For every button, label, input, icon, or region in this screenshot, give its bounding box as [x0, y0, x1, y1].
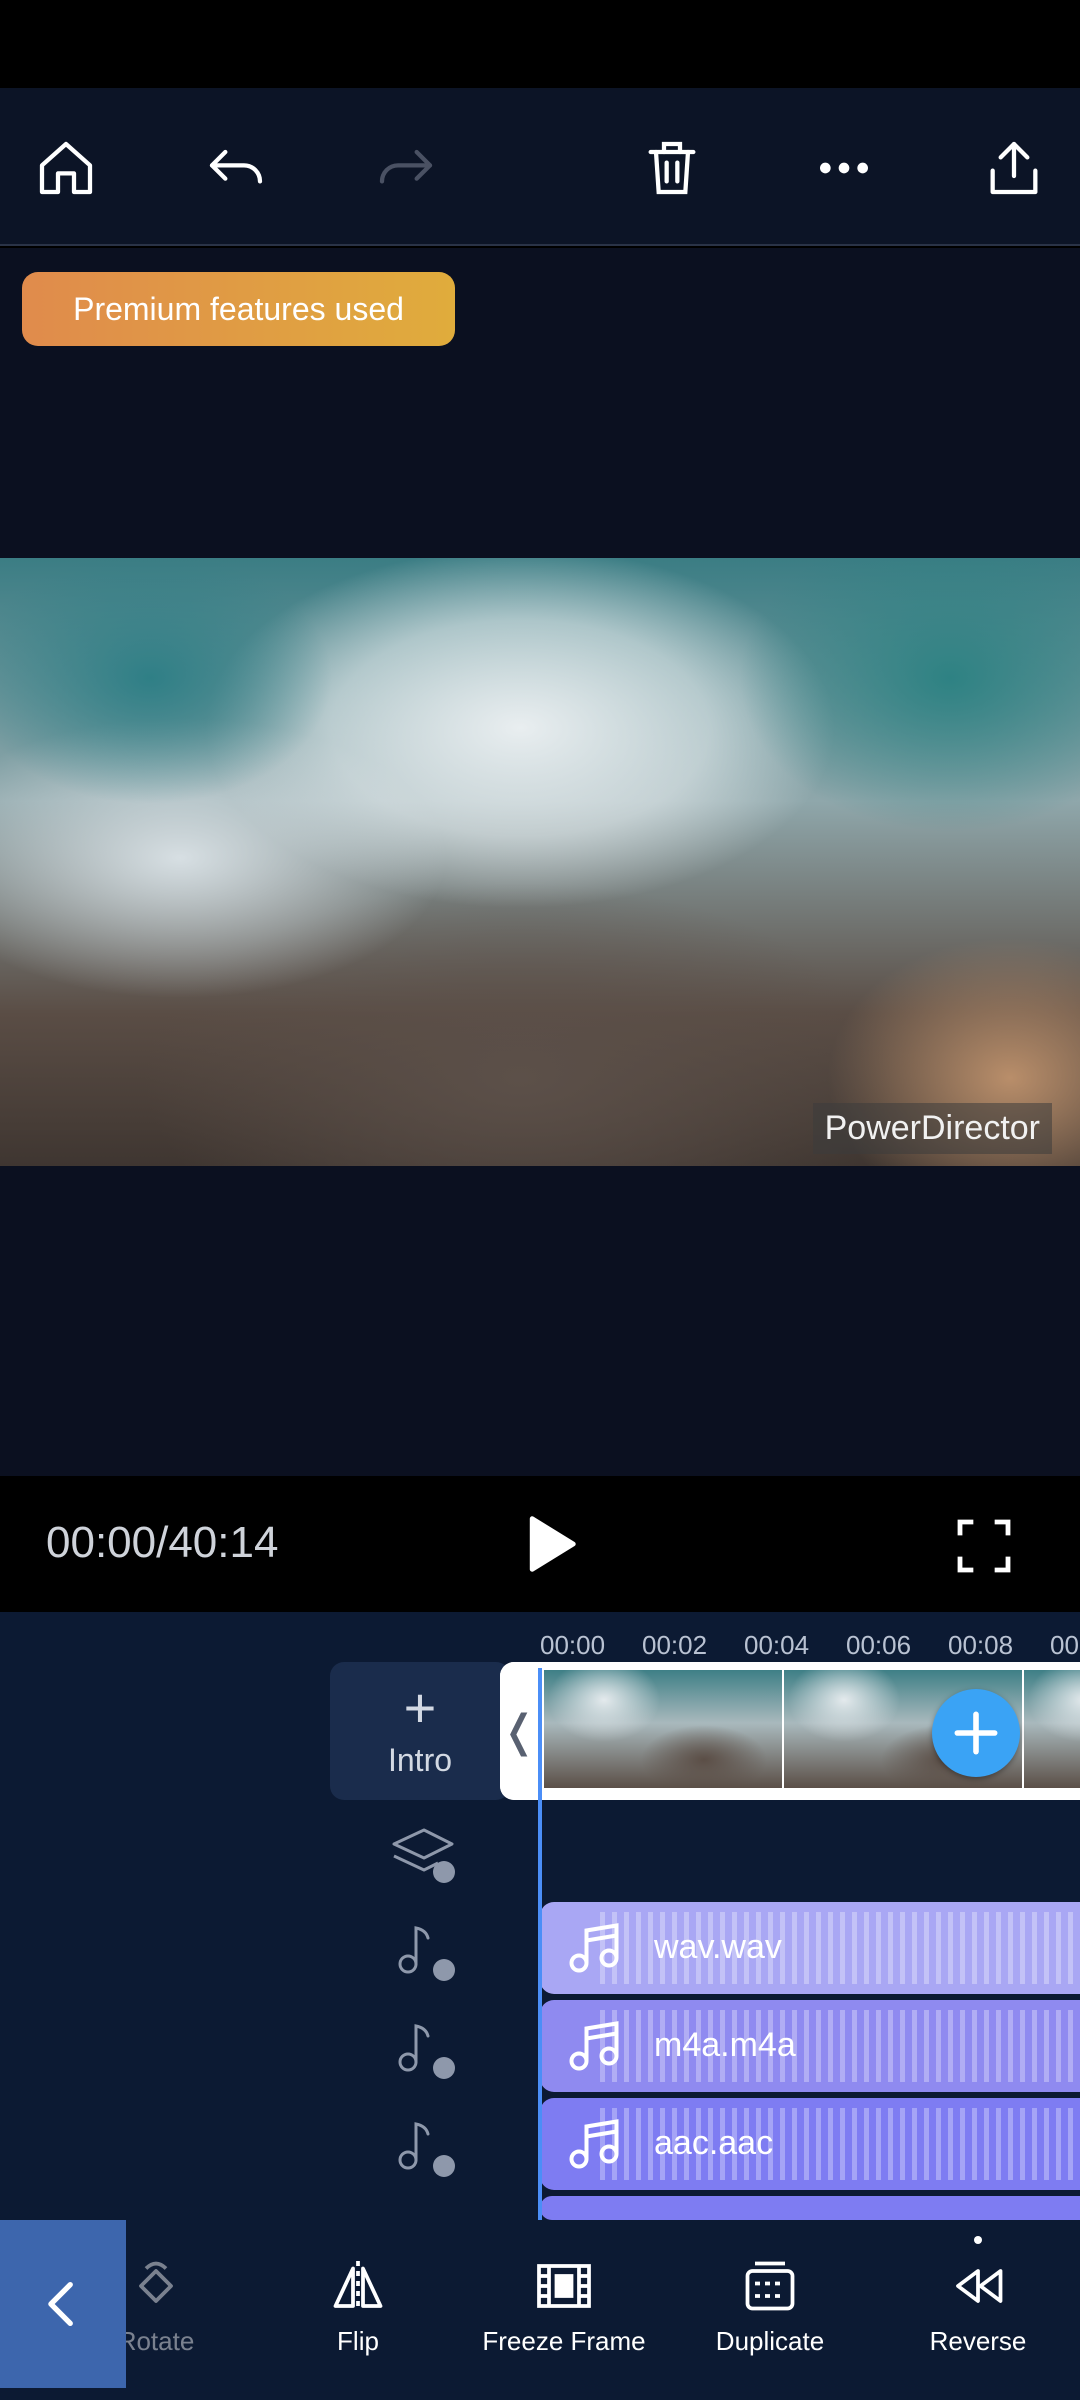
clip-thumbnail	[1024, 1670, 1080, 1788]
playhead[interactable]	[538, 1668, 542, 2220]
reverse-button[interactable]: Reverse	[888, 2256, 1068, 2366]
trash-icon[interactable]	[632, 128, 712, 208]
track-badge: 2	[440, 2061, 448, 2078]
audio-clip[interactable]: m4a.m4a	[540, 2000, 1080, 2092]
freeze-frame-label: Freeze Frame	[482, 2326, 646, 2356]
fullscreen-icon[interactable]	[952, 1514, 1016, 1578]
top-toolbar	[0, 88, 1080, 246]
duplicate-icon	[745, 2261, 795, 2311]
ruler-label: 00:00	[540, 1630, 606, 1660]
ruler-label: 00:08	[948, 1630, 1014, 1660]
scroll-indicator	[974, 2236, 982, 2244]
premium-badge[interactable]: Premium features used	[22, 272, 455, 346]
track-badge: 1	[440, 1963, 448, 1980]
music-note-icon	[569, 1923, 619, 1973]
play-icon[interactable]	[510, 1506, 586, 1582]
timeline[interactable]: 00:00 00:02 00:04 00:06 00:08 00 + Intro…	[0, 1612, 1080, 2220]
flip-button[interactable]: Flip	[268, 2256, 448, 2366]
reverse-label: Reverse	[929, 2326, 1027, 2356]
track-badge: 1	[440, 1865, 448, 1882]
audio-clip-name: m4a.m4a	[654, 2026, 796, 2064]
audio-track-3-icon[interactable]: 3	[388, 2112, 458, 2182]
audio-clip-partial[interactable]	[540, 2196, 1080, 2220]
ruler-label: 00:04	[744, 1630, 810, 1660]
audio-clip-name: aac.aac	[654, 2124, 774, 2162]
playback-controls: 00:00/40:14	[0, 1476, 1080, 1612]
ruler-label: 00:02	[642, 1630, 708, 1660]
intro-label: Intro	[387, 1741, 453, 1778]
flip-icon	[333, 2261, 383, 2311]
freeze-frame-button[interactable]: Freeze Frame	[474, 2256, 654, 2366]
plus-icon: +	[403, 1675, 437, 1739]
add-clip-button[interactable]	[932, 1689, 1020, 1777]
video-preview[interactable]: PowerDirector	[0, 558, 1080, 1166]
audio-clip[interactable]: wav.wav	[540, 1902, 1080, 1994]
audio-track-1-icon[interactable]: 1	[388, 1916, 458, 1986]
flip-label: Flip	[337, 2326, 379, 2356]
duplicate-button[interactable]: Duplicate	[680, 2256, 860, 2366]
duplicate-label: Duplicate	[715, 2326, 825, 2356]
ruler-label: 00:06	[846, 1630, 912, 1660]
share-icon[interactable]	[974, 128, 1054, 208]
watermark[interactable]: PowerDirector	[812, 1103, 1052, 1154]
overlay-track-icon[interactable]: 1	[388, 1820, 458, 1890]
track-badge: 3	[440, 2159, 448, 2176]
add-intro-button[interactable]: + Intro	[330, 1662, 510, 1800]
timecode: 00:00/40:14	[46, 1518, 279, 1567]
status-bar	[0, 0, 1080, 88]
chevron-left-icon	[48, 2282, 73, 2326]
audio-clip-name: wav.wav	[654, 1928, 782, 1966]
clip-thumbnail	[544, 1670, 782, 1788]
back-button[interactable]	[0, 2220, 126, 2388]
audio-track-2-icon[interactable]: 2	[388, 2014, 458, 2084]
redo-icon[interactable]	[366, 128, 446, 208]
undo-icon[interactable]	[196, 128, 276, 208]
rotate-icon	[139, 2261, 173, 2303]
ruler-label: 00	[1050, 1630, 1079, 1660]
more-icon[interactable]	[804, 128, 884, 208]
film-icon	[537, 2264, 591, 2308]
audio-clip[interactable]: aac.aac	[540, 2098, 1080, 2190]
home-icon[interactable]	[26, 128, 106, 208]
rewind-icon	[956, 2269, 1003, 2303]
music-note-icon	[569, 2021, 619, 2071]
clip-trim-handle[interactable]: ❬	[500, 1662, 538, 1800]
bottom-toolbar: Rotate Flip Freeze Frame Duplicate Rever…	[0, 2220, 1080, 2400]
music-note-icon	[569, 2119, 619, 2169]
rotate-label: Rotate	[117, 2326, 195, 2356]
